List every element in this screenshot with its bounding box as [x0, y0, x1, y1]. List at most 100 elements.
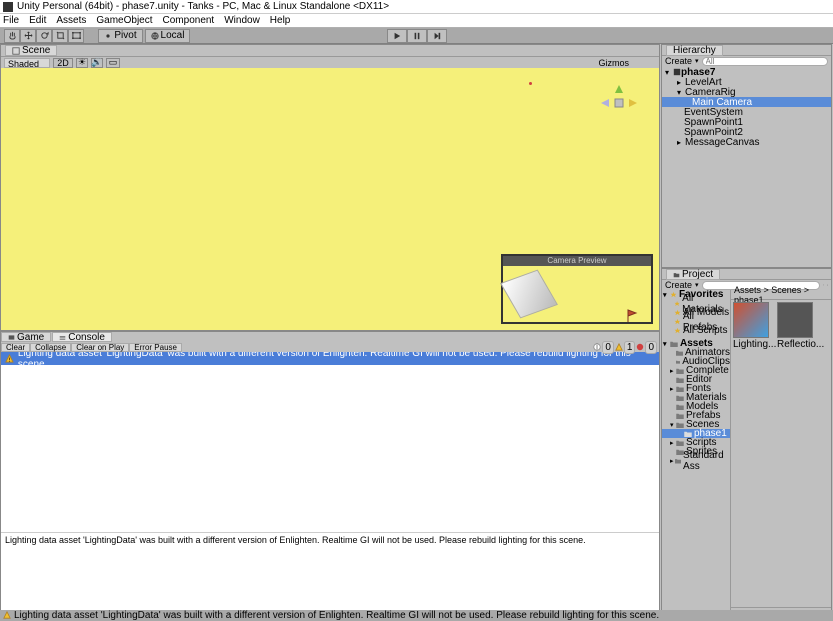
- hierarchy-item-maincamera[interactable]: Main Camera: [662, 97, 831, 107]
- camera-preview-body: [503, 266, 651, 322]
- folder-icon: [676, 368, 684, 374]
- folder-icon: [676, 413, 684, 419]
- scene-panel: Scene Shaded 2D ☀ 🔊 ▭ Gizmos: [0, 44, 660, 331]
- move-tool-button[interactable]: [20, 29, 36, 43]
- scene-tab-bar: Scene: [1, 45, 659, 57]
- clear-button[interactable]: Clear: [1, 343, 30, 352]
- local-toggle-button[interactable]: Local: [145, 29, 190, 43]
- menu-gameobject[interactable]: GameObject: [96, 15, 152, 26]
- tree-toggle-icon[interactable]: ▾: [665, 68, 673, 77]
- camera-preview: Camera Preview: [501, 254, 653, 324]
- hierarchy-tab[interactable]: Hierarchy: [666, 45, 723, 56]
- gizmos-dropdown[interactable]: Gizmos: [598, 58, 629, 68]
- scene-tab[interactable]: Scene: [5, 45, 57, 56]
- tree-toggle-icon[interactable]: ▸: [677, 138, 685, 147]
- right-column: Hierarchy Create ▾ ▾phase7 ▸LevelArt ▾Cam…: [660, 44, 833, 620]
- rect-tool-button[interactable]: [68, 29, 84, 43]
- hierarchy-panel: Hierarchy Create ▾ ▾phase7 ▸LevelArt ▾Cam…: [661, 44, 832, 268]
- main-toolbar: Pivot Local: [0, 28, 833, 44]
- info-icon: i: [593, 343, 601, 351]
- console-message: Lighting data asset 'LightingData' was b…: [18, 352, 655, 370]
- project-create-dropdown[interactable]: Create: [665, 280, 692, 290]
- hierarchy-item-eventsystem[interactable]: EventSystem: [662, 107, 831, 117]
- menu-assets[interactable]: Assets: [56, 15, 86, 26]
- hierarchy-item-messagecanvas[interactable]: ▸MessageCanvas: [662, 137, 831, 147]
- left-column: Scene Shaded 2D ☀ 🔊 ▭ Gizmos: [0, 44, 660, 620]
- hierarchy-tree[interactable]: ▾phase7 ▸LevelArt ▾CameraRig Main Camera…: [662, 66, 831, 267]
- project-split: ▾Favorites All Materials All Models All …: [662, 290, 831, 619]
- main-area: Scene Shaded 2D ☀ 🔊 ▭ Gizmos: [0, 44, 833, 620]
- tree-toggle-icon[interactable]: ▸: [677, 78, 685, 87]
- audio-toggle-button[interactable]: 🔊: [91, 58, 103, 68]
- hierarchy-scene-root[interactable]: ▾phase7: [662, 67, 831, 77]
- collapse-button[interactable]: Collapse: [30, 343, 71, 352]
- console-item[interactable]: Lighting data asset 'LightingData' was b…: [1, 352, 659, 365]
- star-icon: [674, 327, 681, 334]
- folder-icon: [676, 440, 684, 446]
- console-counts: i 0 1 0: [593, 341, 657, 354]
- star-icon: [674, 309, 681, 316]
- scene-point-icon: [529, 82, 532, 85]
- folder-icon: [676, 422, 684, 428]
- hierarchy-item-spawnpoint1[interactable]: SpawnPoint1: [662, 117, 831, 127]
- orientation-gizmo-icon[interactable]: [599, 83, 639, 123]
- hand-tool-button[interactable]: [4, 29, 20, 43]
- console-tab-bar: Game Console: [1, 332, 659, 342]
- unity-logo-icon: [3, 2, 13, 12]
- camera-preview-label: Camera Preview: [503, 256, 651, 266]
- rotate-tool-button[interactable]: [36, 29, 52, 43]
- lighting-asset-icon: [733, 302, 769, 338]
- menu-help[interactable]: Help: [270, 15, 291, 26]
- hierarchy-item-spawnpoint2[interactable]: SpawnPoint2: [662, 127, 831, 137]
- folder-icon: [676, 359, 680, 365]
- project-tree[interactable]: ▾Favorites All Materials All Models All …: [662, 290, 730, 619]
- hierarchy-item-levelart[interactable]: ▸LevelArt: [662, 77, 831, 87]
- folder-icon: [675, 458, 681, 464]
- status-bar: Lighting data asset 'LightingData' was b…: [0, 610, 833, 620]
- asset-thumb-reflection[interactable]: Reflectio...: [777, 302, 817, 350]
- warning-icon: [615, 343, 623, 351]
- play-button[interactable]: [387, 29, 407, 43]
- transform-tools: [4, 29, 84, 43]
- menu-window[interactable]: Window: [224, 15, 260, 26]
- folder-icon: [670, 341, 678, 347]
- shading-mode-dropdown[interactable]: Shaded: [4, 58, 50, 68]
- menu-edit[interactable]: Edit: [29, 15, 46, 26]
- hierarchy-item-camerarig[interactable]: ▾CameraRig: [662, 87, 831, 97]
- pause-button[interactable]: [407, 29, 427, 43]
- game-tab[interactable]: Game: [1, 332, 51, 342]
- project-breadcrumb[interactable]: Assets > Scenes > phase1: [731, 290, 831, 300]
- error-pause-button[interactable]: Error Pause: [129, 343, 182, 352]
- pivot-toggle-button[interactable]: Pivot: [98, 29, 143, 43]
- scene-icon: [673, 68, 681, 76]
- warning-icon: [5, 354, 14, 363]
- asset-thumb-lighting[interactable]: Lighting...: [733, 302, 773, 350]
- effects-toggle-button[interactable]: ▭: [106, 58, 120, 68]
- error-icon: [636, 343, 644, 351]
- project-thumbnails[interactable]: Lighting... Reflectio...: [731, 300, 831, 607]
- hierarchy-search-input[interactable]: [702, 57, 828, 66]
- star-icon: [674, 318, 681, 325]
- clear-on-play-button[interactable]: Clear on Play: [71, 343, 129, 352]
- folder-icon: [676, 350, 683, 356]
- 2d-toggle-button[interactable]: 2D: [53, 58, 73, 68]
- warn-count[interactable]: 1: [624, 341, 636, 354]
- tree-toggle-icon[interactable]: ▾: [677, 88, 685, 97]
- create-dropdown[interactable]: Create: [665, 56, 692, 66]
- console-tab[interactable]: Console: [52, 332, 112, 342]
- scene-view[interactable]: Camera Preview: [1, 68, 659, 330]
- step-button[interactable]: [427, 29, 447, 43]
- console-panel: Game Console Clear Collapse Clear on Pla…: [0, 331, 660, 620]
- menu-file[interactable]: File: [3, 15, 19, 26]
- info-count[interactable]: 0: [602, 341, 614, 354]
- console-list[interactable]: Lighting data asset 'LightingData' was b…: [1, 352, 659, 532]
- menu-component[interactable]: Component: [163, 15, 215, 26]
- project-tab[interactable]: Project: [666, 269, 720, 280]
- error-count[interactable]: 0: [645, 341, 657, 354]
- scale-tool-button[interactable]: [52, 29, 68, 43]
- lighting-toggle-button[interactable]: ☀: [76, 58, 88, 68]
- folder-item[interactable]: ▸Standard Ass: [662, 456, 730, 465]
- folder-icon: [676, 404, 684, 410]
- project-content: Assets > Scenes > phase1 Lighting... Ref…: [730, 290, 831, 619]
- favorite-item[interactable]: All Scripts: [662, 326, 730, 335]
